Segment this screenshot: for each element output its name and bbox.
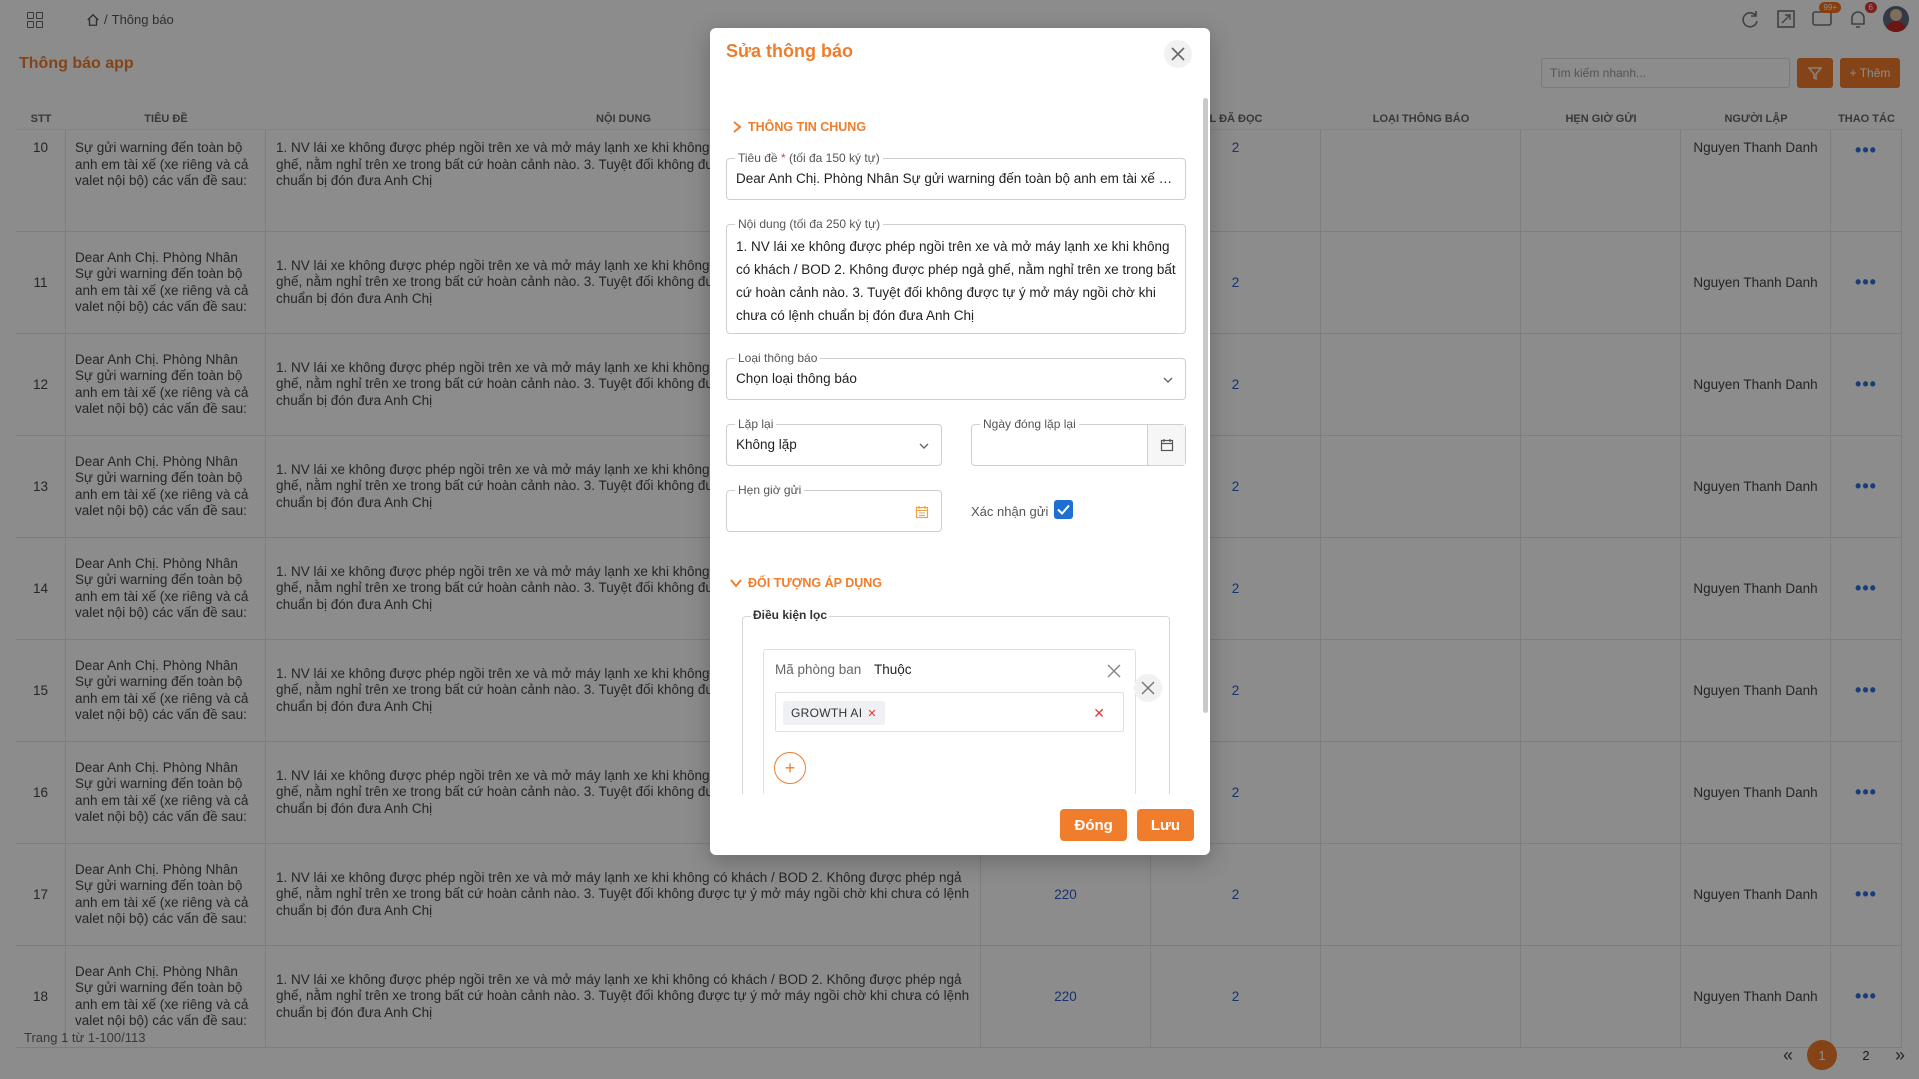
check-icon [1057,504,1070,515]
modal-footer: Đóng Lưu [1060,809,1194,841]
chevron-down-icon [730,579,742,588]
section-general-label: THÔNG TIN CHUNG [748,120,867,134]
repeat-select-label: Lặp lại [735,417,777,431]
repeat-close-date-label: Ngày đóng lặp lại [980,417,1079,431]
type-select-label: Loại thông báo [735,351,821,365]
title-field-label: Tiêu đề * (tối đa 150 ký tự) [735,151,883,165]
modal-body: THÔNG TIN CHUNG Tiêu đề * (tối đa 150 ký… [710,84,1210,794]
schedule-time-label: Hẹn giờ gửi [735,483,805,497]
edit-notification-modal: Sửa thông báo THÔNG TIN CHUNG Tiêu đề * … [710,28,1210,855]
close-icon [1171,47,1185,61]
confirm-send-label: Xác nhận gửi [971,504,1049,519]
plus-icon: + [784,757,796,778]
chevron-right-icon [733,121,742,133]
condition-row: Mã phòng ban Thuộc GROWTH AI ✕ ✕ + [763,649,1136,794]
section-target-label: ĐỐI TƯỢNG ÁP DỤNG [748,576,883,590]
chevron-down-icon [919,443,929,449]
repeat-select[interactable]: Lặp lại Không lặp [726,417,942,466]
content-field-label: Nội dung (tối đa 250 ký tự) [735,217,884,231]
condition-value-input[interactable]: GROWTH AI ✕ ✕ [775,692,1124,732]
tag-label: GROWTH AI [791,706,863,720]
chevron-down-icon [1163,377,1173,383]
section-target[interactable]: ĐỐI TƯỢNG ÁP DỤNG [730,576,882,590]
tag-remove-icon[interactable]: ✕ [867,707,877,720]
title-field-value[interactable]: Dear Anh Chị. Phòng Nhân Sự gửi warning … [736,171,1176,186]
clear-icon[interactable]: ✕ [1093,705,1105,722]
required-mark: * [780,151,786,165]
filter-condition-label: Điều kiện lọc [751,608,830,622]
modal-title: Sửa thông báo [726,41,854,61]
calendar-icon [1160,439,1173,452]
type-select-value: Chọn loại thông báo [736,371,857,386]
close-button[interactable]: Đóng [1060,809,1127,841]
title-label-text: Tiêu đề [738,151,778,165]
confirm-send-checkbox[interactable] [1054,500,1073,519]
calendar-button[interactable] [1147,425,1185,465]
tag-chip: GROWTH AI ✕ [783,701,885,725]
modal-scrollbar[interactable] [1203,98,1208,713]
add-value-button[interactable]: + [774,752,806,784]
repeat-select-value: Không lặp [736,437,797,452]
condition-field[interactable]: Mã phòng ban [775,662,861,677]
content-field-value[interactable]: 1. NV lái xe không được phép ngồi trên x… [736,235,1177,327]
section-general[interactable]: THÔNG TIN CHUNG [732,120,866,134]
close-icon [1141,681,1155,695]
close-icon[interactable] [1107,664,1121,678]
title-field[interactable]: Tiêu đề * (tối đa 150 ký tự) Dear Anh Ch… [726,151,1186,200]
content-field[interactable]: Nội dung (tối đa 250 ký tự) 1. NV lái xe… [726,217,1186,334]
filter-condition-box: Điều kiện lọc Mã phòng ban Thuộc GROWTH … [742,608,1170,794]
modal-close-button[interactable] [1164,40,1192,68]
condition-operator[interactable]: Thuộc [874,662,912,677]
remove-condition-button[interactable] [1134,674,1162,702]
save-button[interactable]: Lưu [1136,809,1194,841]
calendar-icon[interactable] [915,505,929,519]
type-select[interactable]: Loại thông báo Chọn loại thông báo [726,351,1186,400]
schedule-time-field[interactable]: Hẹn giờ gửi [726,483,942,532]
repeat-close-date-field[interactable]: Ngày đóng lặp lại [971,417,1186,466]
title-label-hint: (tối đa 150 ký tự) [788,151,880,165]
